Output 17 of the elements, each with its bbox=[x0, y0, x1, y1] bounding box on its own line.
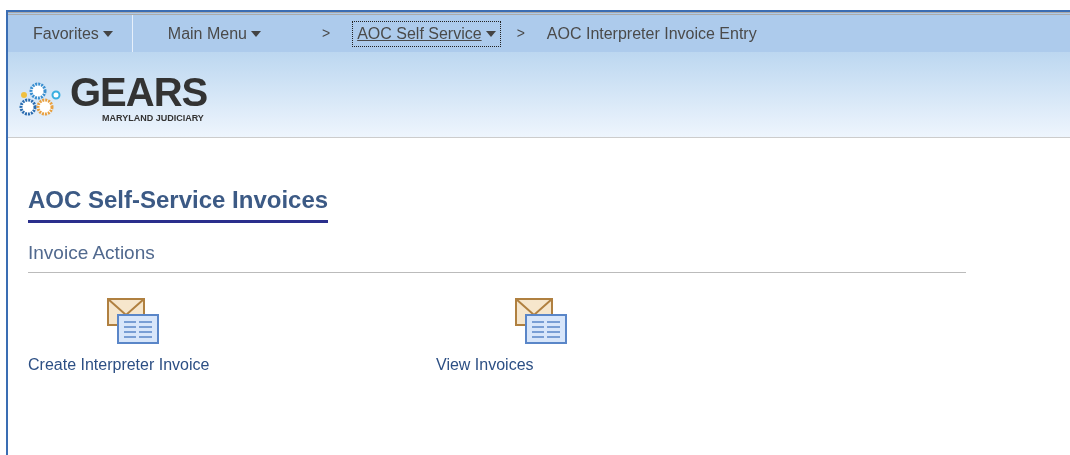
caret-icon bbox=[485, 31, 496, 38]
envelope-list-icon bbox=[514, 296, 568, 345]
action-link[interactable]: Create Interpreter Invoice bbox=[28, 352, 210, 377]
menu-dropdown[interactable]: Favorites bbox=[28, 20, 118, 47]
envelope-list-icon bbox=[106, 296, 160, 345]
logo-subtitle: MARYLAND JUDICIARY bbox=[102, 111, 205, 125]
menu-dropdown[interactable]: Main Menu bbox=[162, 20, 266, 47]
page-title: AOC Self-Service Invoices bbox=[28, 182, 329, 223]
action-link[interactable]: View Invoices bbox=[436, 352, 534, 377]
menu-dropdown[interactable]: AOC Self Service bbox=[352, 20, 501, 47]
caret-icon bbox=[102, 31, 113, 38]
section-heading: Invoice Actions bbox=[28, 239, 966, 273]
breadcrumb-separator: > bbox=[321, 24, 331, 43]
breadcrumb-separator: > bbox=[516, 24, 525, 43]
breadcrumb-current: AOC Interpreter Invoice Entry bbox=[546, 23, 757, 44]
logo-wordmark: GEARS bbox=[70, 71, 208, 112]
caret-icon bbox=[250, 31, 261, 38]
